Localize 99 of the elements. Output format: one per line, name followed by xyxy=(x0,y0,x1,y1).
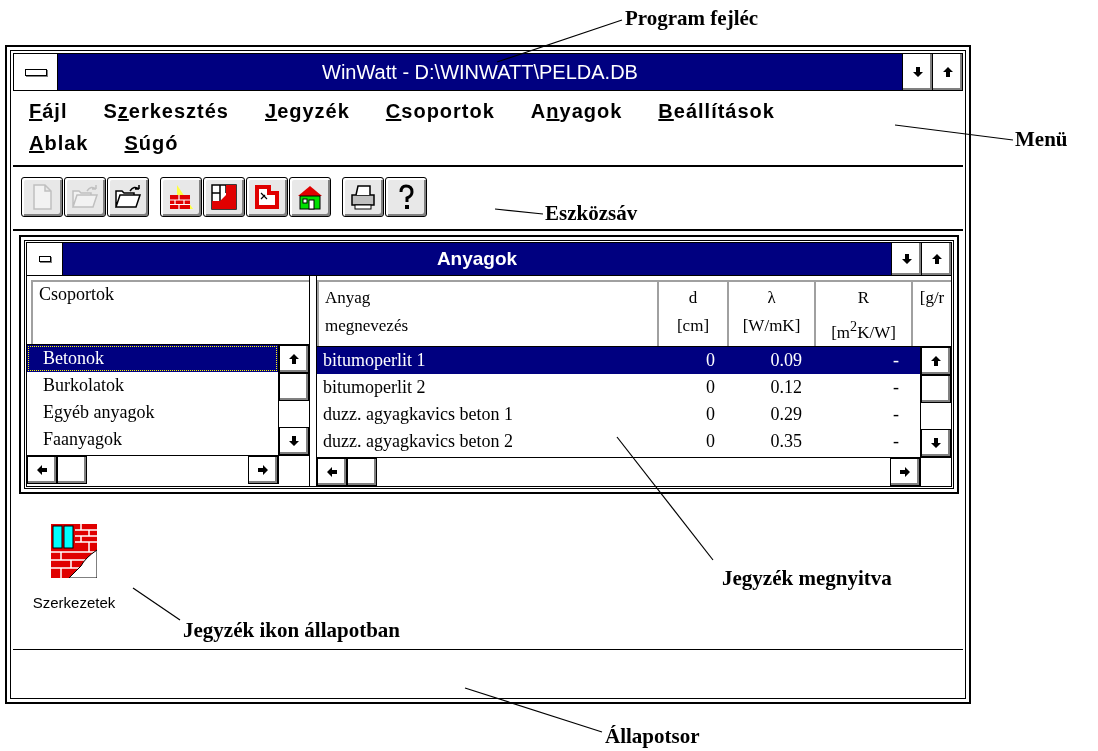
down-arrow-icon xyxy=(930,437,942,449)
horizontal-scrollbar[interactable] xyxy=(27,456,278,484)
table-cell-text: 0.09 xyxy=(769,350,803,371)
menu-item[interactable]: Ablak xyxy=(29,131,89,155)
scroll-left-button[interactable] xyxy=(27,456,57,484)
down-arrow-icon xyxy=(288,435,300,447)
bricks-icon xyxy=(167,183,195,211)
column-unit: [W/mK] xyxy=(742,315,801,337)
column-unit: [m$^{2}$K/W] xyxy=(831,317,896,344)
icon-label[interactable]: Szerkezetek xyxy=(32,594,116,611)
column-header: R xyxy=(857,287,870,309)
scroll-up-button[interactable] xyxy=(279,345,309,373)
floor-plan-button[interactable] xyxy=(246,177,288,217)
maximize-button[interactable] xyxy=(932,54,962,90)
table-cell-text: bitumoperlit 2 xyxy=(322,377,427,398)
table-cell-text: - xyxy=(892,404,900,425)
scroll-down-button[interactable] xyxy=(921,429,951,457)
table-row[interactable]: duzz. agyagkavics beton 1 0 0.29 - xyxy=(317,401,920,428)
down-arrow-icon xyxy=(911,66,924,78)
column-unit: [g/r xyxy=(919,287,945,309)
printer-icon xyxy=(349,183,377,211)
wall-icon xyxy=(210,183,238,211)
table-cell-text: 0.35 xyxy=(769,431,803,452)
scroll-thumb[interactable] xyxy=(921,375,951,403)
down-arrow-icon xyxy=(900,253,913,265)
menu-item[interactable]: Csoportok xyxy=(385,99,495,123)
scroll-right-button[interactable] xyxy=(248,456,278,484)
minimize-button[interactable] xyxy=(891,243,921,275)
callout-label: Menü xyxy=(1015,127,1068,152)
menu-item[interactable]: Szerkesztés xyxy=(103,99,229,123)
table-row[interactable]: duzz. agyagkavics beton 2 0 0.35 - xyxy=(317,428,920,455)
left-arrow-icon xyxy=(36,464,48,476)
scroll-right-button[interactable] xyxy=(890,458,920,486)
list-item[interactable]: Burkolatok xyxy=(27,372,278,399)
house-icon xyxy=(296,183,324,211)
list-item[interactable]: Betonok xyxy=(27,345,278,372)
table-row[interactable]: bitumoperlit 1 0 0.09 - xyxy=(317,347,920,374)
table-cell-text: 0.29 xyxy=(769,404,803,425)
window-title: WinWatt - D:\WINWATT\PELDA.DB xyxy=(58,54,902,90)
window-title: Anyagok xyxy=(63,243,891,275)
table-cell-text: duzz. agyagkavics beton 2 xyxy=(322,431,514,452)
left-arrow-icon xyxy=(326,466,338,478)
callout-label: Állapotsor xyxy=(605,724,700,749)
table-cell-text: 0 xyxy=(705,377,716,398)
vertical-scrollbar[interactable] xyxy=(920,347,951,457)
up-arrow-icon xyxy=(288,353,300,365)
column-header: λ xyxy=(767,287,776,309)
table-cell-text: 0 xyxy=(705,350,716,371)
scroll-thumb[interactable] xyxy=(347,458,377,486)
up-arrow-icon xyxy=(930,253,943,265)
house-button[interactable] xyxy=(289,177,331,217)
open-folder-icon xyxy=(114,183,142,211)
table-row[interactable]: bitumoperlit 2 0 0.12 - xyxy=(317,374,920,401)
menu-item[interactable]: Anyagok xyxy=(530,99,623,123)
scroll-up-button[interactable] xyxy=(921,347,951,375)
help-button[interactable] xyxy=(385,177,427,217)
floor-plan-icon xyxy=(253,183,281,211)
scroll-thumb[interactable] xyxy=(57,456,87,484)
up-arrow-icon xyxy=(930,355,942,367)
callout-label: Eszközsáv xyxy=(545,201,638,226)
brick-wall-icon[interactable] xyxy=(51,524,97,578)
menu-item[interactable]: Jegyzék xyxy=(265,99,350,123)
wall-button[interactable] xyxy=(203,177,245,217)
table-cell-text: bitumoperlit 1 xyxy=(322,350,427,371)
menu-item[interactable]: Súgó xyxy=(124,131,179,155)
table-cell-text: 0 xyxy=(705,431,716,452)
list-item[interactable]: Faanyagok xyxy=(27,426,278,453)
scroll-down-button[interactable] xyxy=(279,427,309,455)
column-header: Anyag xyxy=(325,287,371,309)
right-arrow-icon xyxy=(899,466,911,478)
list-item[interactable]: Egyéb anyagok xyxy=(27,399,278,426)
callout-label: Jegyzék ikon állapotban xyxy=(183,618,401,643)
up-arrow-icon xyxy=(941,66,954,78)
right-arrow-icon xyxy=(257,464,269,476)
leader-line xyxy=(494,208,544,215)
table-cell-text: - xyxy=(892,377,900,398)
callout-label: Program fejléc xyxy=(625,6,759,31)
printer-button[interactable] xyxy=(342,177,384,217)
scroll-thumb[interactable] xyxy=(279,373,309,401)
leader-line xyxy=(132,587,181,621)
column-unit: [cm] xyxy=(676,315,710,337)
vertical-scrollbar[interactable] xyxy=(278,345,309,455)
open-folder-button[interactable] xyxy=(107,177,149,217)
menu-item[interactable]: Fájl xyxy=(29,99,68,123)
callout-label: Jegyzék megnyitva xyxy=(722,566,892,591)
table-cell-text: - xyxy=(892,350,900,371)
table-cell-text: 0.12 xyxy=(769,377,803,398)
maximize-button[interactable] xyxy=(921,243,951,275)
table-cell-text: 0 xyxy=(705,404,716,425)
bricks-button[interactable] xyxy=(160,177,202,217)
open-folder-icon xyxy=(71,183,99,211)
column-header: d xyxy=(688,287,698,309)
scroll-left-button[interactable] xyxy=(317,458,347,486)
minimize-button[interactable] xyxy=(902,54,932,90)
table-cell-text: - xyxy=(892,431,900,452)
table-cell-text: duzz. agyagkavics beton 1 xyxy=(322,404,514,425)
horizontal-scrollbar[interactable] xyxy=(317,458,920,486)
column-unit: megnevezés xyxy=(325,315,409,337)
menu-item[interactable]: Beállítások xyxy=(658,99,775,123)
